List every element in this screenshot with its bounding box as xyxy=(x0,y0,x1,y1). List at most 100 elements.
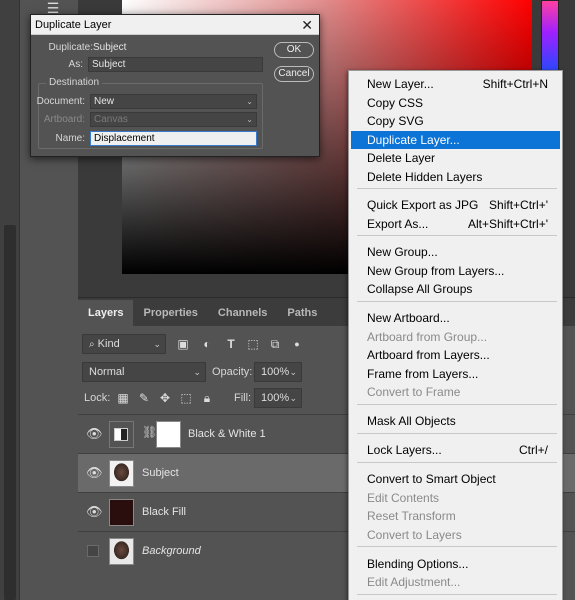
layer-thumbnail xyxy=(109,499,134,526)
layer-context-menu: New Layer... Shift+Ctrl+N Copy CSS Copy S… xyxy=(348,70,563,600)
menu-item-artboard-from-group[interactable]: Artboard from Group... xyxy=(349,328,562,347)
menu-item-mask-all-objects[interactable]: Mask All Objects xyxy=(349,412,562,431)
lock-image-icon[interactable]: ✎ xyxy=(135,388,153,408)
artboard-value: Canvas xyxy=(94,114,128,125)
menu-separator xyxy=(357,432,557,434)
layer-thumbnail xyxy=(109,538,134,565)
menu-item-delete-hidden-layers[interactable]: Delete Hidden Layers xyxy=(349,168,562,187)
filter-kind-select[interactable]: ⌕ Kind ⌄ xyxy=(82,334,166,354)
eye-icon[interactable]: 👁︎ xyxy=(86,466,103,480)
menu-separator xyxy=(357,593,557,595)
chevron-down-icon: ⌄ xyxy=(246,115,253,124)
menu-item-quick-export[interactable]: Quick Export as JPG Shift+Ctrl+' xyxy=(349,196,562,215)
chevron-down-icon: ⌄ xyxy=(289,367,297,377)
tab-channels[interactable]: Channels xyxy=(208,300,278,326)
lock-transparent-icon[interactable]: ▦ xyxy=(114,388,132,408)
opacity-value: 100% xyxy=(261,366,290,378)
menu-item-delete-layer[interactable]: Delete Layer xyxy=(349,149,562,168)
lock-label: Lock: xyxy=(84,392,111,404)
type-filter-icon[interactable]: T xyxy=(222,334,240,354)
menu-separator xyxy=(357,300,557,302)
menu-separator xyxy=(357,235,557,236)
hue-slider[interactable] xyxy=(541,0,559,80)
filter-kind-value: Kind xyxy=(97,338,120,350)
name-input[interactable]: Displacement xyxy=(90,131,257,146)
duplicate-label: Duplicate: xyxy=(48,42,93,53)
document-label: Document: xyxy=(36,96,85,107)
artboard-select[interactable]: Canvas ⌄ xyxy=(90,112,257,127)
menu-item-new-group-from-layers[interactable]: New Group from Layers... xyxy=(349,262,562,281)
menu-item-new-group[interactable]: New Group... xyxy=(349,243,562,262)
menu-item-frame-from-layers[interactable]: Frame from Layers... xyxy=(349,365,562,384)
lock-position-icon[interactable]: ✥ xyxy=(156,388,174,408)
chevron-down-icon: ⌄ xyxy=(193,367,201,377)
dialog-title: Duplicate Layer ✕ xyxy=(31,15,319,35)
menu-item-duplicate-layer[interactable]: Duplicate Layer... xyxy=(351,130,560,149)
chevron-down-icon: ⌄ xyxy=(153,339,161,349)
opacity-input[interactable]: 100% ⌄ xyxy=(254,362,302,382)
as-input[interactable]: Subject xyxy=(88,57,263,72)
duplicate-value: Subject xyxy=(93,42,127,53)
filter-toggle-icon[interactable]: ● xyxy=(288,334,306,354)
menu-item-copy-svg[interactable]: Copy SVG xyxy=(349,112,562,131)
ok-button[interactable]: OK xyxy=(274,42,314,58)
menu-item-blending-options[interactable]: Blending Options... xyxy=(349,555,562,574)
eye-icon[interactable]: 👁︎ xyxy=(86,505,103,519)
layer-name: Subject xyxy=(142,467,179,479)
fill-value: 100% xyxy=(261,392,290,404)
document-select[interactable]: New ⌄ xyxy=(90,94,257,109)
adjustment-filter-icon[interactable]: ◐ xyxy=(198,334,216,354)
layer-name: Black Fill xyxy=(142,506,187,518)
menu-item-artboard-from-layers[interactable]: Artboard from Layers... xyxy=(349,346,562,365)
fill-label: Fill: xyxy=(234,392,252,404)
menu-item-copy-css[interactable]: Copy CSS xyxy=(349,94,562,113)
as-label: As: xyxy=(68,59,83,70)
document-value: New xyxy=(94,96,115,107)
menu-item-new-artboard[interactable]: New Artboard... xyxy=(349,309,562,328)
visibility-toggle[interactable] xyxy=(87,545,99,557)
smart-object-filter-icon[interactable]: ⧉ xyxy=(266,334,284,354)
menu-item-edit-contents[interactable]: Edit Contents xyxy=(349,489,562,508)
blend-mode-select[interactable]: Normal ⌄ xyxy=(82,362,206,382)
menu-separator xyxy=(357,188,557,189)
layer-name: Black & White 1 xyxy=(188,428,266,440)
lock-artboard-icon[interactable]: ⬚ xyxy=(177,388,195,408)
chevron-down-icon: ⌄ xyxy=(289,393,297,403)
left-scrollbar[interactable] xyxy=(4,225,16,600)
menu-item-reset-transform[interactable]: Reset Transform xyxy=(349,507,562,526)
layer-mask-thumbnail[interactable] xyxy=(156,421,181,448)
cancel-button[interactable]: Cancel xyxy=(274,66,314,82)
menu-item-convert-to-frame[interactable]: Convert to Frame xyxy=(349,383,562,402)
opacity-label: Opacity: xyxy=(212,366,253,378)
menu-separator xyxy=(357,403,557,405)
link-icon: ⛓︎ xyxy=(142,425,158,439)
menu-item-convert-to-smart-object[interactable]: Convert to Smart Object xyxy=(349,470,562,489)
layer-thumbnail xyxy=(109,460,134,487)
menu-item-convert-to-layers[interactable]: Convert to Layers xyxy=(349,526,562,545)
layer-name: Background xyxy=(142,545,201,557)
menu-separator xyxy=(357,546,557,547)
search-icon: ⌕ xyxy=(89,339,95,350)
dialog-title-text: Duplicate Layer xyxy=(35,19,112,31)
menu-item-edit-adjustment[interactable]: Edit Adjustment... xyxy=(349,573,562,592)
menu-item-lock-layers[interactable]: Lock Layers... Ctrl+/ xyxy=(349,441,562,460)
close-icon[interactable]: ✕ xyxy=(301,15,313,35)
adjustment-layer-thumbnail xyxy=(109,421,134,448)
menu-item-new-layer[interactable]: New Layer... Shift+Ctrl+N xyxy=(349,75,562,94)
menu-separator xyxy=(357,461,557,463)
menu-item-collapse-all-groups[interactable]: Collapse All Groups xyxy=(349,280,562,299)
shape-filter-icon[interactable]: ⬚ xyxy=(244,334,262,354)
chevron-down-icon: ⌄ xyxy=(246,97,253,106)
blend-mode-value: Normal xyxy=(89,366,125,378)
tab-properties[interactable]: Properties xyxy=(133,300,207,326)
lock-all-icon[interactable]: 🔒︎ xyxy=(198,388,216,408)
duplicate-layer-dialog: Duplicate Layer ✕ Duplicate: Subject As:… xyxy=(30,14,320,157)
tab-layers[interactable]: Layers xyxy=(78,300,134,326)
artboard-label: Artboard: xyxy=(43,114,85,125)
eye-icon[interactable]: 👁︎ xyxy=(86,427,103,441)
menu-item-export-as[interactable]: Export As... Alt+Shift+Ctrl+' xyxy=(349,215,562,234)
tab-paths[interactable]: Paths xyxy=(277,300,327,326)
left-panel-strip xyxy=(0,0,20,600)
fill-input[interactable]: 100% ⌄ xyxy=(254,388,302,408)
pixel-filter-icon[interactable]: ▣ xyxy=(174,334,192,354)
